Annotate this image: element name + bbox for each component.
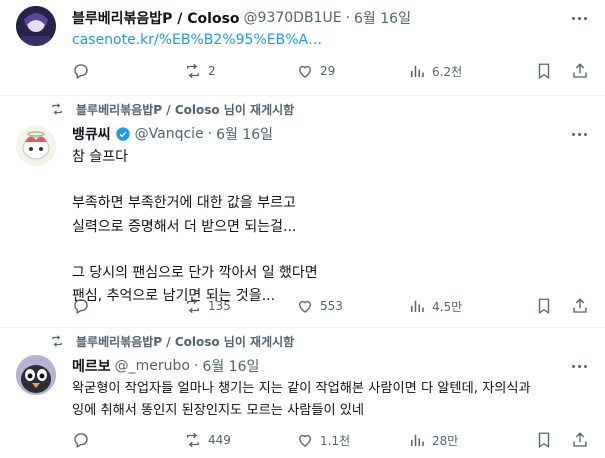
like-count: 553 (320, 299, 343, 313)
views-button[interactable]: 4.5만 (408, 297, 526, 315)
views-button[interactable]: 28만 (408, 431, 526, 449)
more-options-icon[interactable] (569, 124, 589, 144)
retweet-button[interactable]: 449 (184, 431, 296, 449)
retweet-icon (52, 335, 62, 347)
separator-dot: · (193, 358, 199, 374)
separator-dot: · (207, 126, 213, 142)
bookmark-button[interactable] (535, 297, 553, 315)
share-button[interactable] (571, 297, 589, 315)
retweet-icon (187, 63, 199, 79)
avatar[interactable] (16, 126, 56, 166)
retweet-icon (52, 103, 62, 115)
tweet-date[interactable]: 6월 16일 (354, 8, 411, 28)
share-button[interactable] (571, 431, 589, 449)
heart-icon (299, 434, 311, 447)
tweet-content: 뱅큐씨 @Vanqcie · 6월 16일 참 슬프다 부족하면 부족한거에 대… (72, 124, 589, 308)
reply-button[interactable] (72, 431, 184, 449)
author-name[interactable]: 블루베리볶음밥P / Coloso (72, 8, 240, 28)
view-count: 4.5만 (432, 299, 463, 314)
share-icon (573, 63, 587, 78)
tweet-2[interactable]: 블루베리볶음밥P / Coloso 님이 재게시함 뱅큐씨 @Vanqcie ·… (0, 96, 605, 327)
like-button[interactable]: 29 (296, 62, 408, 80)
retweet-count: 135 (208, 299, 231, 313)
more-options-icon[interactable] (569, 8, 589, 28)
tweet-content: 블루베리볶음밥P / Coloso @9370DB1UE · 6월 16일 ca… (72, 8, 589, 50)
like-button[interactable]: 553 (296, 297, 408, 315)
repost-label[interactable]: 블루베리볶음밥P / Coloso 님이 재게시함 (76, 101, 294, 118)
retweet-button[interactable]: 135 (184, 297, 296, 315)
tweet-text: 왁굳형이 작업자들 얼마나 챙기는 지는 같이 작업해본 사람이면 다 알텐데,… (72, 381, 531, 418)
retweet-count: 2 (208, 64, 216, 78)
bookmark-button[interactable] (535, 62, 553, 80)
tweet-header: 뱅큐씨 @Vanqcie · 6월 16일 (72, 124, 589, 144)
bookmark-icon (538, 298, 550, 315)
avatar[interactable] (16, 355, 56, 395)
like-button[interactable]: 1.1천 (296, 431, 408, 449)
views-button[interactable]: 6.2천 (408, 62, 526, 80)
tweet-header: 블루베리볶음밥P / Coloso @9370DB1UE · 6월 16일 (72, 8, 589, 28)
view-count: 6.2천 (432, 64, 463, 79)
views-icon (411, 65, 424, 77)
author-handle[interactable]: @9370DB1UE (244, 10, 342, 26)
heart-icon (299, 65, 311, 78)
repost-indicator: 블루베리볶음밥P / Coloso 님이 재게시함 (50, 101, 294, 117)
timeline: 블루베리볶음밥P / Coloso @9370DB1UE · 6월 16일 ca… (0, 0, 605, 458)
reply-icon (74, 299, 88, 314)
heart-icon (299, 300, 311, 313)
tweet-1[interactable]: 블루베리볶음밥P / Coloso @9370DB1UE · 6월 16일 ca… (0, 0, 605, 95)
bookmark-icon (538, 63, 550, 80)
share-icon (573, 432, 587, 447)
retweet-icon (187, 432, 199, 448)
view-count: 28만 (432, 433, 459, 448)
bookmark-icon (538, 432, 550, 449)
tweet-link[interactable]: casenote.kr/%EB%B2%95%EB%A… (72, 30, 589, 50)
reply-icon (74, 64, 88, 79)
retweet-count: 449 (208, 433, 231, 447)
repost-label[interactable]: 블루베리볶음밥P / Coloso 님이 재게시함 (76, 333, 294, 350)
tweet-actions: 2 29 6.2천 (72, 61, 589, 81)
avatar-image (16, 6, 56, 46)
retweet-button[interactable]: 2 (184, 62, 296, 80)
tweet-header: 메르보 @_merubo · 6월 16일 (72, 356, 589, 376)
share-icon (573, 298, 587, 313)
avatar[interactable] (16, 6, 56, 46)
like-count: 1.1천 (320, 433, 351, 448)
avatar-image (16, 126, 56, 166)
author-handle[interactable]: @_merubo (115, 358, 190, 374)
author-handle[interactable]: @Vanqcie (135, 126, 204, 142)
bookmark-button[interactable] (535, 431, 553, 449)
repost-indicator: 블루베리볶음밥P / Coloso 님이 재게시함 (50, 333, 294, 349)
like-count: 29 (320, 64, 336, 78)
more-options-icon[interactable] (569, 356, 589, 376)
views-icon (411, 434, 424, 446)
tweet-actions: 449 1.1천 28만 (72, 430, 589, 450)
tweet-text: 참 슬프다 부족하면 부족한거에 대한 값을 부르고 실력으로 증명해서 더 받… (72, 149, 318, 305)
tweet-date[interactable]: 6월 16일 (202, 356, 259, 376)
views-icon (411, 300, 424, 312)
tweet-actions: 135 553 4.5만 (72, 296, 589, 316)
reply-icon (74, 433, 88, 448)
avatar-image (16, 355, 56, 395)
tweet-3[interactable]: 블루베리볶음밥P / Coloso 님이 재게시함 메르보 @_merubo ·… (0, 328, 605, 458)
reply-button[interactable] (72, 297, 184, 315)
share-button[interactable] (571, 62, 589, 80)
retweet-icon (187, 298, 199, 314)
separator-dot: · (345, 10, 351, 26)
tweet-content: 메르보 @_merubo · 6월 16일 왁굳형이 작업자들 얼마나 챙기는 … (72, 356, 589, 422)
tweet-date[interactable]: 6월 16일 (216, 124, 273, 144)
reply-button[interactable] (72, 62, 184, 80)
verified-badge-icon (115, 127, 130, 141)
author-name[interactable]: 뱅큐씨 (72, 124, 111, 144)
author-name[interactable]: 메르보 (72, 356, 111, 376)
